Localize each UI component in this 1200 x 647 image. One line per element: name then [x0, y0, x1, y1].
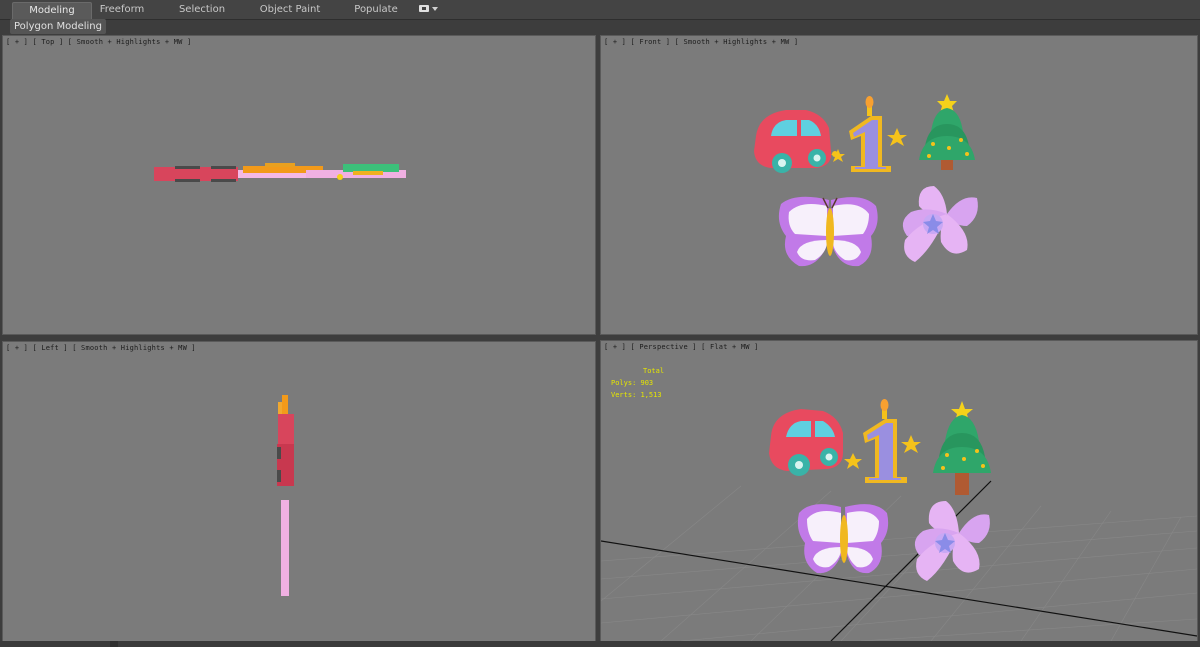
stats-verts: Verts: 1,513	[611, 391, 662, 399]
number-one-candle	[849, 96, 891, 172]
top-view-scene	[154, 163, 406, 182]
car-left-silhouette	[278, 414, 294, 444]
viewport-front-label[interactable]: [ + ] [ Front ] [ Smooth + Highlights + …	[604, 38, 798, 46]
viewport-perspective-label[interactable]: [ + ] [ Perspective ] [ Flat + MW ]	[604, 343, 759, 351]
viewport-top[interactable]: [ + ] [ Top ] [ Smooth + Highlights + MW…	[2, 35, 596, 335]
number-one-candle-perspective	[863, 399, 907, 483]
butterfly-model-perspective	[797, 504, 889, 574]
world-axes	[601, 480, 1197, 641]
star-top-silhouette	[337, 174, 343, 180]
candle-left-silhouette	[282, 395, 288, 415]
tab-object-paint[interactable]: Object Paint	[254, 2, 326, 18]
viewport-left-label[interactable]: [ + ] [ Left ] [ Smooth + Highlights + M…	[6, 344, 196, 352]
viewport-front[interactable]: [ + ] [ Front ] [ Smooth + Highlights + …	[600, 35, 1198, 335]
viewport-top-label[interactable]: [ + ] [ Top ] [ Smooth + Highlights + MW…	[6, 38, 191, 46]
viewport-perspective[interactable]: [ + ] [ Perspective ] [ Flat + MW ] Tota…	[600, 340, 1198, 642]
polygon-modeling-panel[interactable]: Polygon Modeling	[10, 19, 106, 34]
tab-populate[interactable]: Populate	[348, 2, 404, 18]
tab-selection[interactable]: Selection	[172, 2, 232, 18]
small-star-right	[887, 128, 907, 146]
chevron-down-icon	[432, 7, 438, 11]
tab-modeling[interactable]: Modeling	[12, 2, 92, 19]
tab-freeform[interactable]: Freeform	[92, 2, 152, 18]
ribbon-panel-bar: Polygon Modeling	[0, 19, 1200, 34]
scene-statistics: Total Polys: 903 Verts: 1,513	[611, 365, 664, 401]
status-bar	[0, 641, 1200, 647]
small-star-right-perspective	[901, 435, 921, 453]
ribbon: Modeling Freeform Selection Object Paint…	[0, 0, 1200, 20]
toy-car-model-perspective	[769, 409, 843, 476]
butterfly-model	[778, 196, 878, 267]
perspective-view-scene	[601, 399, 1197, 641]
left-view-scene	[277, 395, 294, 596]
small-star-left-perspective	[844, 453, 862, 469]
perspective-grid	[601, 485, 1197, 641]
front-view-scene	[754, 94, 978, 267]
status-segment	[118, 641, 1200, 647]
tree-top-silhouette	[343, 164, 399, 172]
flower-left-silhouette	[281, 500, 289, 596]
flower-model	[902, 186, 978, 262]
ribbon-options-button[interactable]	[419, 4, 439, 15]
christmas-tree-model	[919, 94, 975, 170]
stats-header: Total	[643, 367, 665, 375]
small-star-left	[831, 149, 845, 162]
christmas-tree-model-perspective	[933, 401, 991, 495]
car-top-silhouette	[154, 167, 238, 181]
stats-polys: Polys: 903	[611, 379, 654, 387]
top-view-objects	[154, 163, 406, 182]
status-segment	[0, 641, 110, 647]
viewport-left[interactable]: [ + ] [ Left ] [ Smooth + Highlights + M…	[2, 341, 596, 642]
toy-car-model	[754, 110, 838, 173]
ribbon-display-icon	[419, 5, 429, 12]
